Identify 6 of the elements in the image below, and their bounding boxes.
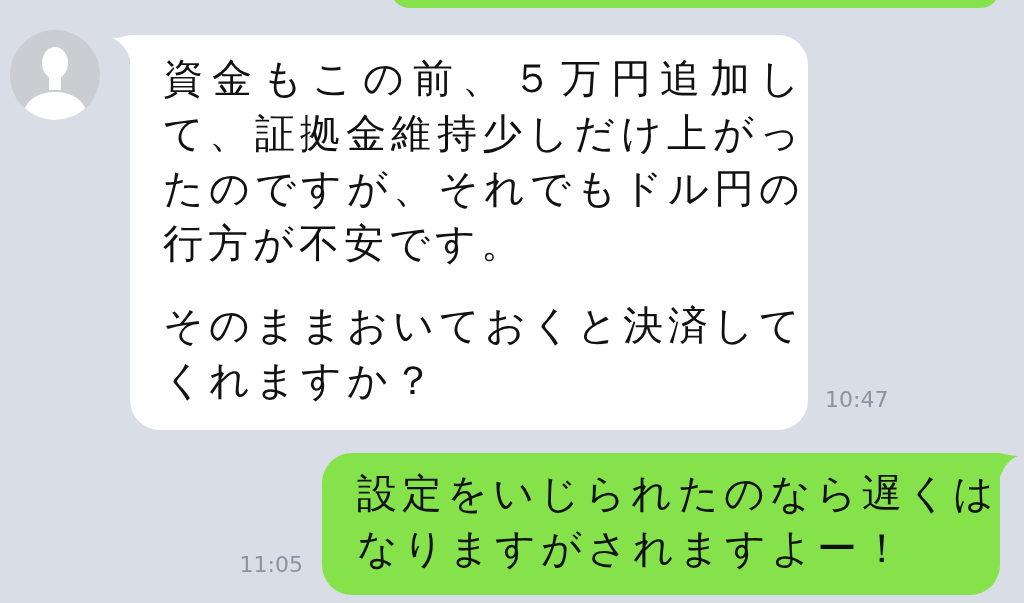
message-text: 設定をいじられたのなら遅くはなりますがされますよー！ <box>357 469 999 573</box>
message-text: 資金もこの前、５万円追加して、証拠金維持少しだけ上がったのですが、それでもドル円の行方が不安です。 <box>163 54 805 268</box>
avatar-icon <box>10 30 100 120</box>
timestamp: 10:47 <box>825 387 889 412</box>
timestamp: 11:05 <box>239 552 303 577</box>
message-text: そのままおいておくと決済してくれますか？ <box>163 301 805 405</box>
